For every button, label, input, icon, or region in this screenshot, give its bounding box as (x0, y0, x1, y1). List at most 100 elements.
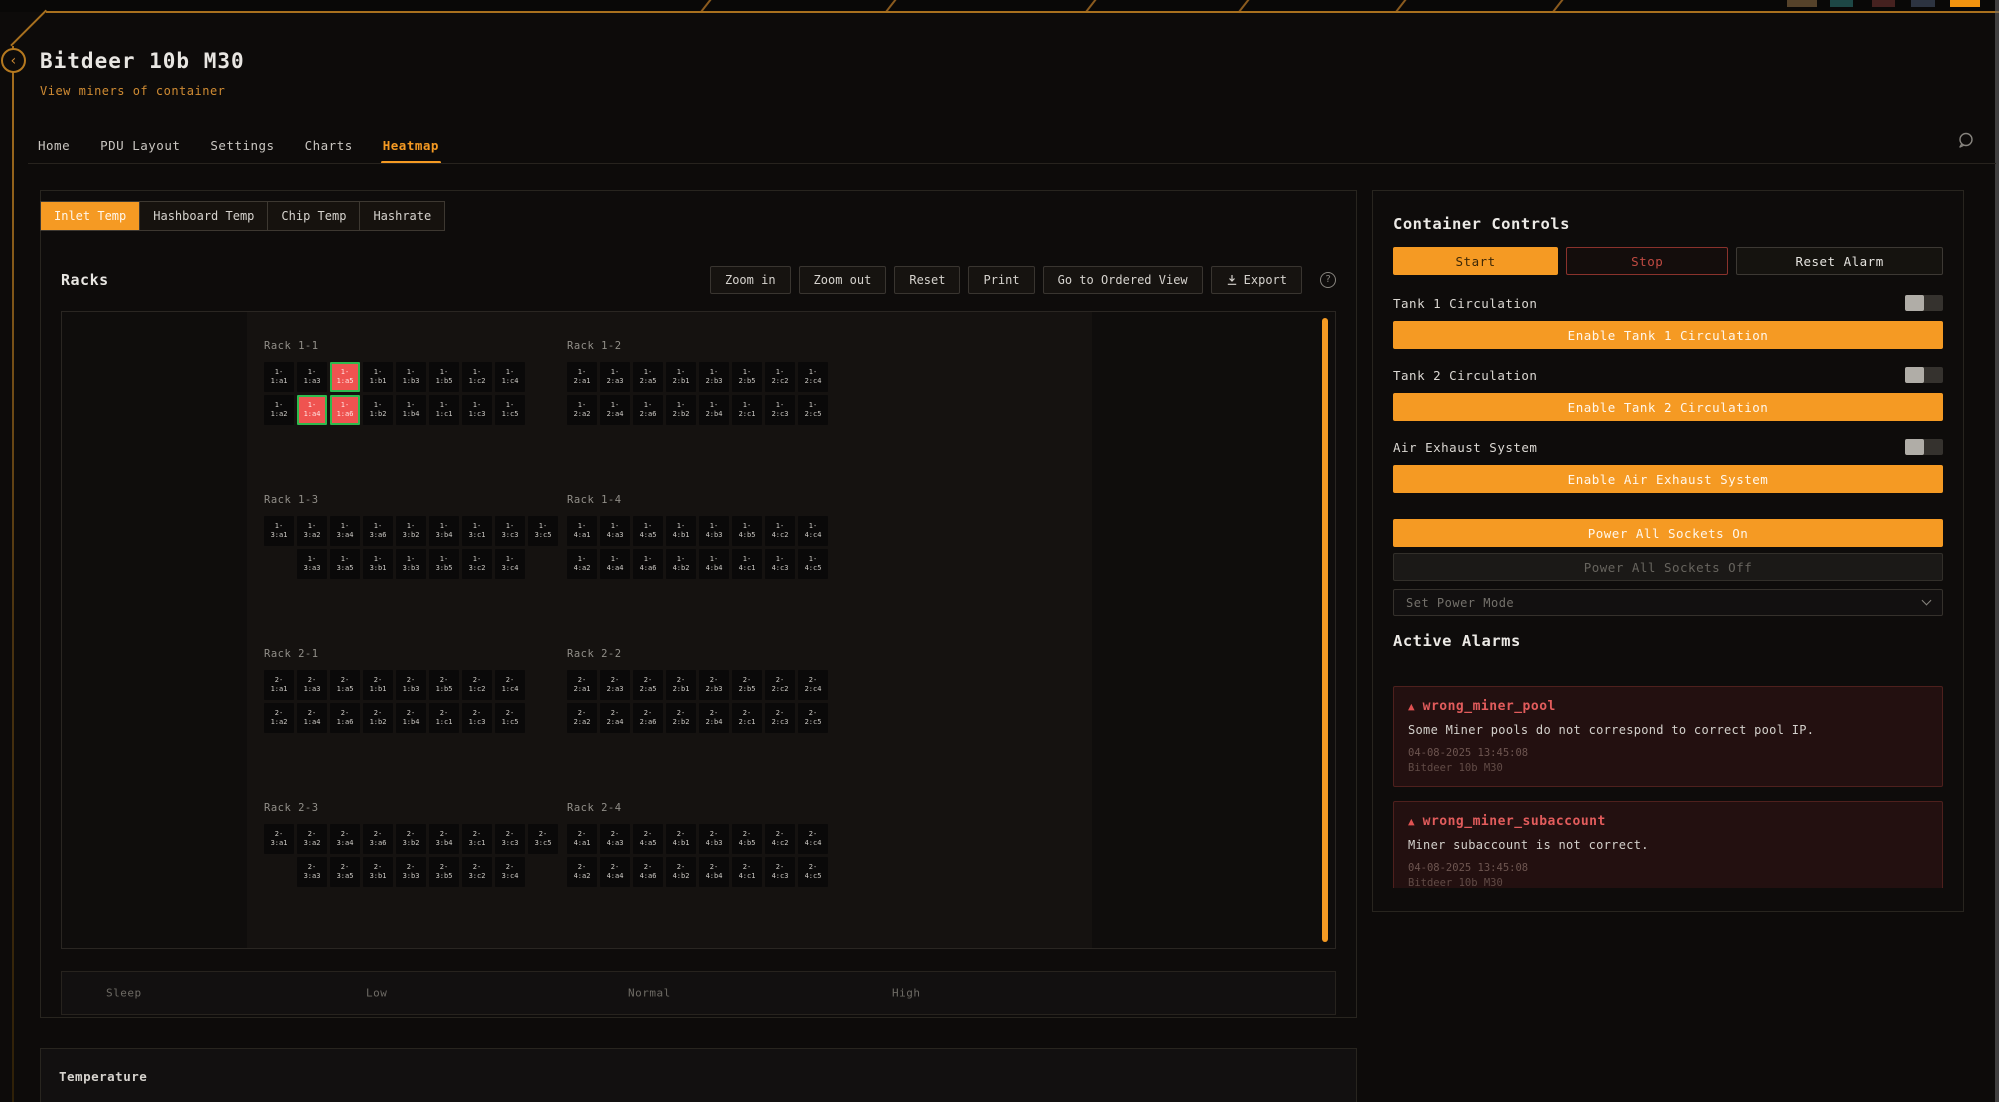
miner-cell-2-1-c2[interactable]: 2-1:c2 (462, 670, 492, 700)
zoom-out-button[interactable]: Zoom out (799, 266, 887, 294)
miner-cell-1-1-b2[interactable]: 1-1:b2 (363, 395, 393, 425)
miner-cell-2-2-a1[interactable]: 2-2:a1 (567, 670, 597, 700)
miner-cell-2-2-b1[interactable]: 2-2:b1 (666, 670, 696, 700)
ordered-view-button[interactable]: Go to Ordered View (1043, 266, 1203, 294)
miner-cell-1-1-c5[interactable]: 1-1:c5 (495, 395, 525, 425)
subtab-hashrate[interactable]: Hashrate (360, 202, 444, 230)
miner-cell-2-3-a5[interactable]: 2-3:a5 (330, 857, 360, 887)
miner-cell-2-3-a1[interactable]: 2-3:a1 (264, 824, 294, 854)
miner-cell-2-3-a4[interactable]: 2-3:a4 (330, 824, 360, 854)
miner-cell-2-2-b3[interactable]: 2-2:b3 (699, 670, 729, 700)
tab-charts[interactable]: Charts (305, 138, 353, 154)
zoom-in-button[interactable]: Zoom in (710, 266, 791, 294)
miner-cell-2-2-b2[interactable]: 2-2:b2 (666, 703, 696, 733)
miner-cell-2-3-b4[interactable]: 2-3:b4 (429, 824, 459, 854)
subtab-chip-temp[interactable]: Chip Temp (268, 202, 360, 230)
miner-cell-2-1-b1[interactable]: 2-1:b1 (363, 670, 393, 700)
miner-cell-2-4-c2[interactable]: 2-4:c2 (765, 824, 795, 854)
miner-cell-1-1-a1[interactable]: 1-1:a1 (264, 362, 294, 392)
miner-cell-2-4-b3[interactable]: 2-4:b3 (699, 824, 729, 854)
miner-cell-1-2-c1[interactable]: 1-2:c1 (732, 395, 762, 425)
miner-cell-1-3-b2[interactable]: 1-3:b2 (396, 516, 426, 546)
miner-cell-1-4-c2[interactable]: 1-4:c2 (765, 516, 795, 546)
miner-cell-1-2-a1[interactable]: 1-2:a1 (567, 362, 597, 392)
miner-cell-1-2-b3[interactable]: 1-2:b3 (699, 362, 729, 392)
miner-cell-2-2-a3[interactable]: 2-2:a3 (600, 670, 630, 700)
miner-cell-1-3-c3[interactable]: 1-3:c3 (495, 516, 525, 546)
miner-cell-1-4-a4[interactable]: 1-4:a4 (600, 549, 630, 579)
miner-cell-2-1-b5[interactable]: 2-1:b5 (429, 670, 459, 700)
miner-cell-1-2-b1[interactable]: 1-2:b1 (666, 362, 696, 392)
miner-cell-1-2-c2[interactable]: 1-2:c2 (765, 362, 795, 392)
miner-cell-1-4-c1[interactable]: 1-4:c1 (732, 549, 762, 579)
miner-cell-2-4-c5[interactable]: 2-4:c5 (798, 857, 828, 887)
miner-cell-2-2-c4[interactable]: 2-2:c4 (798, 670, 828, 700)
miner-cell-2-1-a5[interactable]: 2-1:a5 (330, 670, 360, 700)
miner-cell-1-1-b4[interactable]: 1-1:b4 (396, 395, 426, 425)
button-enable-tank-1-circulation[interactable]: Enable Tank 1 Circulation (1393, 321, 1943, 349)
miner-cell-2-1-c5[interactable]: 2-1:c5 (495, 703, 525, 733)
miner-cell-2-1-b3[interactable]: 2-1:b3 (396, 670, 426, 700)
miner-cell-1-3-a1[interactable]: 1-3:a1 (264, 516, 294, 546)
miner-cell-1-2-a6[interactable]: 1-2:a6 (633, 395, 663, 425)
miner-cell-2-1-a1[interactable]: 2-1:a1 (264, 670, 294, 700)
miner-cell-1-1-c4[interactable]: 1-1:c4 (495, 362, 525, 392)
miner-cell-2-2-a6[interactable]: 2-2:a6 (633, 703, 663, 733)
toggle-switch-tank-1-circulation[interactable] (1905, 295, 1943, 311)
miner-cell-2-3-b5[interactable]: 2-3:b5 (429, 857, 459, 887)
reset-button[interactable]: Reset (894, 266, 960, 294)
miner-cell-2-4-a6[interactable]: 2-4:a6 (633, 857, 663, 887)
miner-cell-1-4-a1[interactable]: 1-4:a1 (567, 516, 597, 546)
miner-cell-2-3-b3[interactable]: 2-3:b3 (396, 857, 426, 887)
miner-cell-1-2-b4[interactable]: 1-2:b4 (699, 395, 729, 425)
button-enable-tank-2-circulation[interactable]: Enable Tank 2 Circulation (1393, 393, 1943, 421)
miner-cell-2-4-a4[interactable]: 2-4:a4 (600, 857, 630, 887)
miner-cell-2-3-b1[interactable]: 2-3:b1 (363, 857, 393, 887)
miner-cell-1-1-c1[interactable]: 1-1:c1 (429, 395, 459, 425)
miner-cell-1-2-c4[interactable]: 1-2:c4 (798, 362, 828, 392)
miner-cell-2-4-a3[interactable]: 2-4:a3 (600, 824, 630, 854)
tab-home[interactable]: Home (38, 138, 70, 154)
miner-cell-1-4-b3[interactable]: 1-4:b3 (699, 516, 729, 546)
racks-viewport[interactable]: Rack 1-11-1:a11-1:a31-1:a51-1:b11-1:b31-… (61, 311, 1336, 949)
miner-cell-1-2-c5[interactable]: 1-2:c5 (798, 395, 828, 425)
miner-cell-1-4-b5[interactable]: 1-4:b5 (732, 516, 762, 546)
miner-cell-1-1-a3[interactable]: 1-1:a3 (297, 362, 327, 392)
miner-cell-1-3-b3[interactable]: 1-3:b3 (396, 549, 426, 579)
miner-cell-2-4-c3[interactable]: 2-4:c3 (765, 857, 795, 887)
toggle-switch-tank-2-circulation[interactable] (1905, 367, 1943, 383)
help-icon[interactable]: ? (1320, 272, 1336, 288)
stop-button[interactable]: Stop (1566, 247, 1728, 275)
miner-cell-2-1-b4[interactable]: 2-1:b4 (396, 703, 426, 733)
miner-cell-2-4-b1[interactable]: 2-4:b1 (666, 824, 696, 854)
miner-cell-2-2-b4[interactable]: 2-2:b4 (699, 703, 729, 733)
miner-cell-1-3-a4[interactable]: 1-3:a4 (330, 516, 360, 546)
miner-cell-2-2-c5[interactable]: 2-2:c5 (798, 703, 828, 733)
miner-cell-2-3-c3[interactable]: 2-3:c3 (495, 824, 525, 854)
toggle-switch-air-exhaust-system[interactable] (1905, 439, 1943, 455)
miner-cell-1-1-c3[interactable]: 1-1:c3 (462, 395, 492, 425)
miner-cell-1-3-c4[interactable]: 1-3:c4 (495, 549, 525, 579)
miner-cell-2-4-a5[interactable]: 2-4:a5 (633, 824, 663, 854)
miner-cell-1-3-a2[interactable]: 1-3:a2 (297, 516, 327, 546)
miner-cell-1-3-a3[interactable]: 1-3:a3 (297, 549, 327, 579)
miner-cell-1-4-c4[interactable]: 1-4:c4 (798, 516, 828, 546)
miner-cell-1-3-a6[interactable]: 1-3:a6 (363, 516, 393, 546)
miner-cell-2-1-a3[interactable]: 2-1:a3 (297, 670, 327, 700)
miner-cell-2-4-a1[interactable]: 2-4:a1 (567, 824, 597, 854)
miner-cell-1-3-c1[interactable]: 1-3:c1 (462, 516, 492, 546)
miner-cell-2-4-b2[interactable]: 2-4:b2 (666, 857, 696, 887)
miner-cell-1-4-a3[interactable]: 1-4:a3 (600, 516, 630, 546)
miner-cell-1-1-a6[interactable]: 1-1:a6 (330, 395, 360, 425)
miner-cell-1-3-a5[interactable]: 1-3:a5 (330, 549, 360, 579)
miner-cell-1-4-a2[interactable]: 1-4:a2 (567, 549, 597, 579)
miner-cell-1-1-c2[interactable]: 1-1:c2 (462, 362, 492, 392)
miner-cell-1-2-b5[interactable]: 1-2:b5 (732, 362, 762, 392)
miner-cell-1-1-b3[interactable]: 1-1:b3 (396, 362, 426, 392)
miner-cell-1-2-a5[interactable]: 1-2:a5 (633, 362, 663, 392)
miner-cell-1-2-c3[interactable]: 1-2:c3 (765, 395, 795, 425)
alarm-card-wrong-miner-subaccount[interactable]: ▲wrong_miner_subaccountMiner subaccount … (1393, 801, 1943, 888)
button-enable-air-exhaust-system[interactable]: Enable Air Exhaust System (1393, 465, 1943, 493)
miner-cell-1-2-a2[interactable]: 1-2:a2 (567, 395, 597, 425)
set-power-mode-select[interactable]: Set Power Mode (1393, 589, 1943, 616)
